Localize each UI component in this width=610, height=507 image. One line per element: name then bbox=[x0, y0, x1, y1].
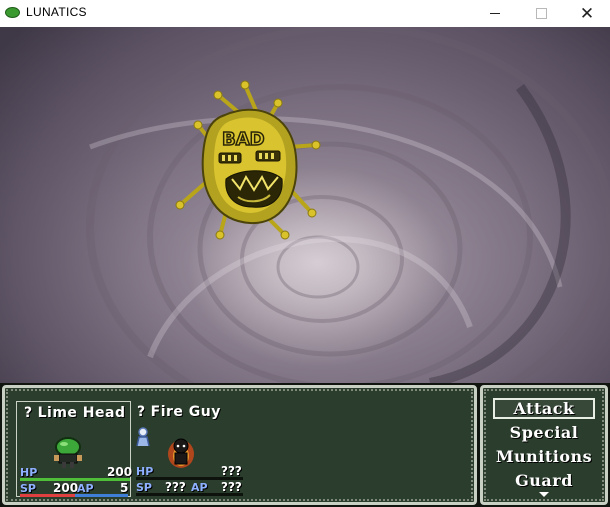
sp-value: 200 bbox=[53, 481, 79, 495]
close-button[interactable]: ✕ bbox=[564, 0, 610, 27]
party-member-lime-head[interactable]: ? Lime Head HP 200 SP 200 AP 5 bbox=[16, 401, 133, 497]
minimize-icon bbox=[490, 13, 500, 14]
party-status-window: ? Lime Head HP 200 SP 200 AP 5 ? Fire Gu… bbox=[2, 385, 477, 505]
member-prefix: ? bbox=[137, 404, 146, 420]
command-attack[interactable]: Attack bbox=[483, 399, 605, 418]
member-name: Lime Head bbox=[37, 405, 126, 421]
command-munitions[interactable]: Munitions bbox=[483, 447, 605, 466]
green-slime-icon bbox=[5, 7, 20, 18]
vortex-background: BAD bbox=[0, 27, 610, 383]
scroll-down-arrow-icon[interactable] bbox=[539, 492, 549, 497]
party-member-fire-guy[interactable]: ? Fire Guy HP ??? SP ??? AP ??? bbox=[133, 401, 248, 497]
enemy-face-text: BAD bbox=[222, 129, 265, 150]
hp-value: 200 bbox=[107, 465, 133, 479]
battle-background: BAD bbox=[0, 27, 610, 383]
lime-head-sprite bbox=[54, 437, 82, 468]
member-name: Fire Guy bbox=[150, 404, 221, 420]
command-guard[interactable]: Guard bbox=[483, 471, 605, 490]
ap-value: ??? bbox=[221, 480, 242, 494]
command-special[interactable]: Special bbox=[483, 423, 605, 442]
maximize-icon bbox=[535, 8, 547, 19]
window-title: LUNATICS bbox=[26, 5, 87, 19]
minimize-button[interactable] bbox=[472, 0, 518, 27]
window-titlebar: LUNATICS ✕ bbox=[0, 0, 610, 28]
fire-guy-sprite bbox=[168, 438, 194, 468]
sp-value: ??? bbox=[165, 480, 186, 494]
hp-value: ??? bbox=[221, 464, 242, 478]
person-state-icon bbox=[136, 427, 150, 447]
maximize-button[interactable] bbox=[518, 0, 564, 27]
ap-value: 5 bbox=[120, 481, 129, 495]
member-prefix: ? bbox=[24, 405, 33, 421]
battle-hud: ? Lime Head HP 200 SP 200 AP 5 ? Fire Gu… bbox=[0, 383, 610, 507]
battle-command-window: Attack Special Munitions Guard bbox=[480, 385, 608, 505]
close-icon: ✕ bbox=[579, 4, 595, 23]
